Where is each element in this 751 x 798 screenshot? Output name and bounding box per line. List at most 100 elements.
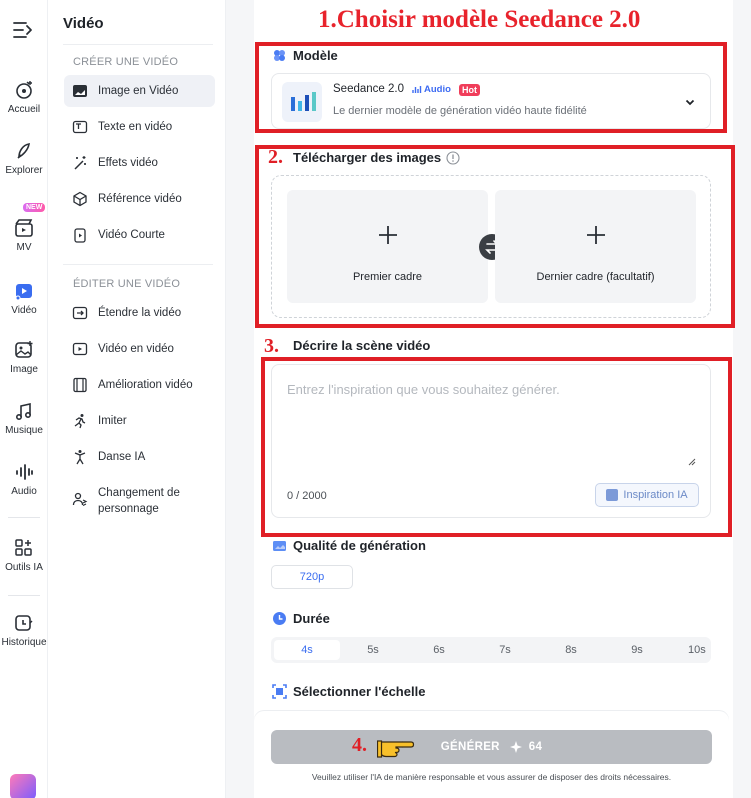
menu-item-reference-video[interactable]: Référence vidéo [64, 183, 215, 215]
image-icon [15, 341, 33, 358]
rail-label: Image [10, 364, 38, 375]
model-brain-icon [274, 50, 285, 61]
responsible-ai-note: Veuillez utiliser l'IA de manière respon… [311, 772, 672, 782]
rail-divider [8, 595, 40, 596]
duration-section-label: Durée [272, 611, 330, 626]
menu-item-changement-personnage[interactable]: Changement de personnage [64, 477, 215, 521]
rail-item-historique[interactable]: Historique [0, 612, 48, 648]
model-label: Modèle [293, 48, 338, 63]
menu-item-texte-en-video[interactable]: Texte en vidéo [64, 111, 215, 143]
rail-item-video[interactable]: Vidéo [0, 274, 48, 320]
duration-option-5s[interactable]: 5s [340, 640, 406, 660]
scale-section-label: Sélectionner l'échelle [272, 684, 425, 699]
first-frame-upload[interactable]: Premier cadre [287, 190, 488, 303]
credit-cost: 64 [528, 741, 543, 753]
quality-section-label: Qualité de génération [272, 538, 426, 553]
character-swap-icon [72, 492, 88, 507]
prompt-textarea[interactable]: Entrez l'inspiration que vous souhaitez … [271, 364, 711, 518]
menu-item-danse-ia[interactable]: Danse IA [64, 441, 215, 473]
duration-option-8s[interactable]: 8s [538, 640, 604, 660]
rail-item-outils-ia[interactable]: Outils IA [0, 537, 48, 573]
menu-item-label: Étendre la vidéo [98, 307, 182, 319]
audio-tag-label: Audio [424, 84, 451, 95]
upload-area: Premier cadre Dernier cadre (facultatif) [271, 175, 711, 318]
rail-item-explorer[interactable]: Explorer [0, 140, 48, 176]
short-video-icon [74, 228, 86, 243]
duration-option-7s[interactable]: 7s [472, 640, 538, 660]
menu-item-label: Changement de personnage [98, 487, 180, 515]
step1-annotation: 1.Choisir modèle Seedance 2.0 [318, 6, 641, 33]
rail-label: Accueil [7, 104, 41, 115]
menu-section-edit: ÉDITER UNE VIDÉO [73, 278, 181, 290]
generate-button[interactable]: GÉNÉRER 64 [271, 730, 712, 764]
model-section-label: Modèle [272, 48, 338, 63]
duration-selector: 4s 5s 6s 7s 8s 9s 10s [271, 637, 711, 663]
menu-item-video-en-video[interactable]: Vidéo en vidéo [64, 333, 215, 365]
step2-annotation: 2. [268, 146, 283, 168]
hot-badge: Hot [459, 84, 480, 96]
rail-item-image[interactable]: Image [0, 339, 48, 375]
duration-option-10s[interactable]: 10s [670, 640, 710, 660]
generate-label: GÉNÉRER [440, 741, 500, 753]
rail-label: Musique [5, 425, 43, 436]
resize-grip-icon[interactable] [688, 458, 696, 466]
history-icon [15, 615, 33, 631]
new-badge: NEW [23, 203, 46, 212]
menu-item-effets-video[interactable]: Effets vidéo [64, 147, 215, 179]
ai-inspiration-button[interactable]: Inspiration IA [595, 483, 699, 507]
image-video-icon [73, 85, 87, 97]
home-icon [16, 81, 32, 99]
cube-icon [73, 191, 87, 207]
film-enhance-icon [73, 377, 87, 393]
rail-label: MV [16, 242, 32, 253]
audio-wave-icon [16, 464, 33, 480]
duration-option-6s[interactable]: 6s [406, 640, 472, 660]
scale-label: Sélectionner l'échelle [293, 684, 426, 699]
menu-item-label: Vidéo en vidéo [98, 343, 174, 355]
video-to-video-icon [72, 342, 88, 356]
duration-option-9s[interactable]: 9s [604, 640, 670, 660]
extend-icon [72, 306, 88, 320]
menu-item-label: Texte en vidéo [98, 121, 173, 133]
rail-divider [8, 517, 40, 518]
menu-item-imiter[interactable]: Imiter [64, 405, 215, 437]
music-icon [15, 403, 32, 421]
rail-item-accueil[interactable]: Accueil [0, 79, 48, 115]
rail-item-musique[interactable]: Musique [0, 400, 48, 436]
rail-label: Explorer [5, 165, 43, 176]
upload-label: Télécharger des images [293, 150, 442, 165]
menu-item-label: Vidéo Courte [98, 229, 165, 241]
collapse-sidebar-icon[interactable] [12, 20, 34, 40]
step3-annotation: 3. [264, 335, 279, 357]
icon-rail: Accueil Explorer NEW MV Vidéo Image Musi… [0, 0, 48, 798]
duration-label: Durée [293, 611, 330, 626]
menu-item-amelioration-video[interactable]: Amélioration vidéo [64, 369, 215, 401]
ai-inspiration-label: Inspiration IA [623, 489, 688, 501]
video-icon [15, 284, 32, 301]
upload-section-label: Télécharger des images [293, 150, 460, 165]
duration-option-4s[interactable]: 4s [274, 640, 340, 660]
model-description: Le dernier modèle de génération vidéo ha… [333, 105, 587, 117]
menu-item-image-en-video[interactable]: Image en Vidéo [64, 75, 215, 107]
model-selector[interactable]: Seedance 2.0 Audio Hot Le dernier modèle… [271, 73, 711, 129]
app-logo[interactable] [10, 774, 36, 798]
seedance-bars-icon [291, 92, 316, 111]
quality-label: Qualité de génération [293, 538, 426, 553]
last-frame-upload[interactable]: Dernier cadre (facultatif) [495, 190, 696, 303]
sparkle-icon [509, 741, 522, 753]
audio-tag: Audio [412, 84, 451, 95]
rail-label: Historique [1, 637, 47, 648]
info-icon[interactable] [446, 150, 460, 165]
video-menu: Vidéo CRÉER UNE VIDÉO Image en Vidéo Tex… [48, 0, 226, 798]
seedance-logo-icon [282, 82, 322, 122]
step4-annotation: 4. [352, 734, 367, 756]
quality-option-720p[interactable]: 720p [271, 565, 353, 589]
menu-item-video-courte[interactable]: Vidéo Courte [64, 219, 215, 251]
tools-grid-icon [15, 539, 32, 556]
menu-item-label: Amélioration vidéo [98, 379, 193, 391]
chevron-down-icon[interactable] [684, 96, 696, 108]
rail-item-audio[interactable]: Audio [0, 461, 48, 497]
menu-item-etendre-video[interactable]: Étendre la vidéo [64, 297, 215, 329]
clapperboard-icon [15, 219, 33, 237]
rail-item-mv[interactable]: MV [0, 217, 48, 253]
